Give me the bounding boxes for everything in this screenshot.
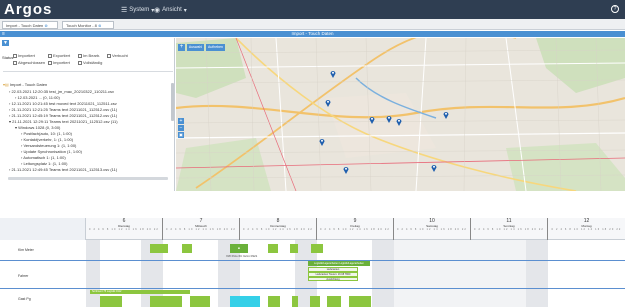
shift-block[interactable]	[182, 244, 192, 253]
shift-block[interactable]	[150, 296, 182, 307]
gantt-header: 6 Dienstag 0 2 4 6 8 10 12 14 16 18 20 2…	[86, 218, 625, 240]
event-box[interactable]: Logistik/Lagerarbeiten Logistik/Lagerarb…	[308, 261, 370, 266]
shift-block[interactable]: ■	[230, 244, 248, 253]
check-abgeschlossen[interactable]: Abgeschlossen	[13, 60, 45, 65]
eye-icon: ◉	[154, 7, 161, 14]
zoom-in-icon[interactable]: +	[178, 118, 184, 124]
menu-ansicht[interactable]: ◉ Ansicht ▾	[154, 6, 187, 14]
map-pin-icon[interactable]	[343, 166, 349, 174]
shift-block[interactable]	[190, 296, 210, 307]
shift-block[interactable]	[327, 296, 341, 307]
check-exportiert[interactable]: Exportiert	[48, 53, 70, 58]
row-label: Kim Meier	[18, 248, 34, 252]
day-header: 9 Freitag 0 2 4 6 8 10 12 14 16 18 20 22	[317, 218, 394, 240]
day-header: 7 Mittwoch 0 2 4 6 8 10 12 14 16 18 20 2…	[163, 218, 240, 240]
layers-icon[interactable]: ▣	[178, 132, 184, 138]
import-panel-header: Import - Touch Daten	[0, 31, 625, 37]
shift-block[interactable]	[150, 244, 168, 253]
shift-block[interactable]	[268, 296, 280, 307]
vehicle-caption: VW Polo 6C Grün 0921	[226, 254, 258, 258]
check-verbucht[interactable]: Verbucht	[107, 53, 128, 58]
assignment-strip[interactable]: Sortiment 75 Logistik 0112	[90, 290, 190, 294]
map-pin-icon[interactable]	[319, 138, 325, 146]
check-vollstaendig[interactable]: Vollständig	[78, 60, 102, 65]
tab-bar: Import - Touch Daten ⊗ Touch Monitor - 8…	[0, 19, 625, 30]
folder-icon: ▾▤	[3, 82, 10, 87]
map-pin-icon[interactable]	[443, 111, 449, 119]
gantt-chart: 6 Dienstag 0 2 4 6 8 10 12 14 16 18 20 2…	[0, 197, 625, 307]
day-header: 11 Sonntag 0 2 4 6 8 10 12 14 16 18 20 2…	[471, 218, 548, 240]
map-pin-icon[interactable]	[396, 118, 402, 126]
shift-block[interactable]	[310, 296, 320, 307]
tab-touch-monitor[interactable]: Touch Monitor - 8 ⊗	[62, 21, 114, 29]
gantt-body: Kim Meier Fahrer Gast Pg ■ VW Polo 6C Gr…	[0, 240, 625, 307]
event-box[interactable]: Ausrichtung	[308, 277, 358, 281]
shift-block[interactable]	[292, 296, 298, 307]
day-header: 12 Montag 0 2 4 6 8 10 12 14 16 18 20 22	[551, 218, 622, 231]
tree-root[interactable]: ▾▤ Import - Touch Daten	[3, 82, 47, 88]
top-bar: Argos ☰ System ▾ ◉ Ansicht ▾ ?	[0, 0, 625, 19]
import-filter-pane: ▼ Status Importiert Exportiert Im Bearb.…	[0, 38, 175, 191]
collapse-icon[interactable]: ≡	[2, 31, 8, 37]
map-view[interactable]: + Auswahl Aufheben + − ▣	[176, 38, 625, 191]
tree-item[interactable]: › 21.11.2021 12:49:45 Teams text 2021102…	[9, 167, 117, 173]
gantt-corner	[0, 218, 86, 240]
help-icon[interactable]: ?	[611, 5, 619, 13]
check-importiert-2[interactable]: Importiert	[48, 60, 70, 65]
status-label: Status	[2, 55, 14, 60]
day-header: 6 Dienstag 0 2 4 6 8 10 12 14 16 18 20 2…	[86, 218, 163, 240]
map-pin-icon[interactable]	[369, 116, 375, 124]
hamburger-icon: ☰	[121, 7, 128, 14]
menu-system[interactable]: ☰ System ▾	[121, 6, 154, 14]
map-pin-icon[interactable]	[330, 70, 336, 78]
map-pin-icon[interactable]	[386, 115, 392, 123]
filter-icon[interactable]: ▼	[2, 40, 9, 46]
chevron-down-icon: ▾	[183, 7, 187, 14]
close-icon[interactable]: ⊗	[44, 23, 47, 28]
shift-block[interactable]	[230, 296, 260, 307]
day-header: 8 Donnerstag 0 2 4 6 8 10 12 14 16 18 20…	[240, 218, 317, 240]
map-pin-icon[interactable]	[431, 164, 437, 172]
row-label: Fahrer	[18, 274, 29, 278]
shift-block[interactable]	[268, 244, 278, 253]
divider	[3, 71, 173, 72]
row-label: Gast Pg	[18, 297, 31, 301]
map-add-button[interactable]: +	[178, 44, 185, 51]
map-select-button[interactable]: Auswahl	[187, 44, 204, 51]
close-icon[interactable]: ⊗	[98, 23, 101, 28]
app-logo: Argos	[4, 1, 53, 18]
map-canvas	[176, 38, 625, 191]
tab-import-touch-daten[interactable]: Import - Touch Daten ⊗	[2, 21, 58, 29]
tree-scrollbar[interactable]	[171, 83, 174, 121]
map-clear-button[interactable]: Aufheben	[206, 44, 225, 51]
shift-block[interactable]	[311, 244, 323, 253]
shift-block[interactable]	[349, 296, 371, 307]
check-importiert[interactable]: Importiert	[13, 53, 35, 58]
shift-block[interactable]	[100, 296, 122, 307]
shift-block[interactable]	[290, 244, 298, 253]
zoom-out-icon[interactable]: −	[178, 125, 184, 131]
tree-horizontal-scrollbar[interactable]	[8, 177, 168, 180]
day-header: 10 Samstag 0 2 4 6 8 10 12 14 16 18 20 2…	[394, 218, 471, 240]
check-in-bearb[interactable]: Im Bearb.	[78, 53, 100, 58]
map-pin-icon[interactable]	[325, 99, 331, 107]
